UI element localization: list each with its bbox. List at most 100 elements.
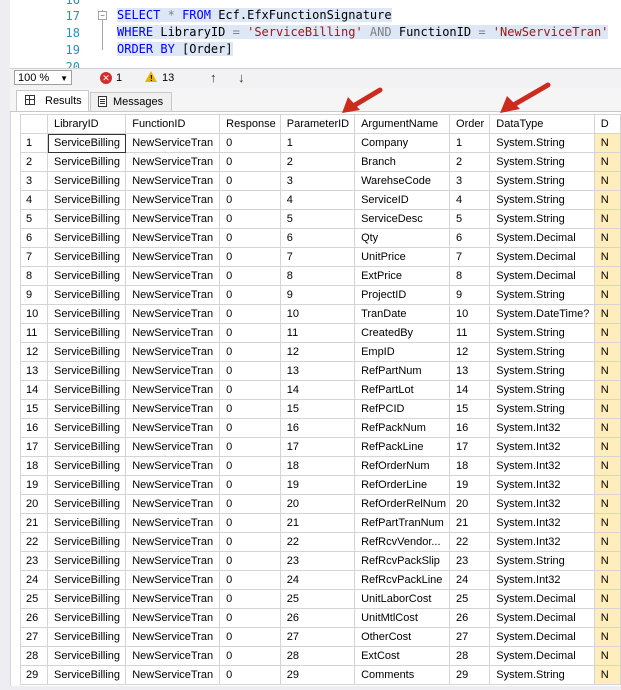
table-cell[interactable]: N (593, 380, 621, 400)
row-number-cell[interactable]: 28 (20, 646, 48, 666)
table-row[interactable]: 2 ServiceBilling NewServiceTran 0 2 Branch 2 Sy… (20, 152, 621, 172)
table-cell[interactable]: N (593, 285, 621, 305)
table-cell[interactable]: 9 (279, 285, 356, 305)
table-cell[interactable]: 19 (279, 475, 356, 495)
row-number-cell[interactable]: 15 (20, 399, 48, 419)
table-row[interactable]: 28 ServiceBilling NewServiceTran 0 28 ExtCost… (20, 646, 621, 666)
table-cell[interactable]: 0 (219, 228, 281, 248)
table-cell[interactable]: 24 (449, 570, 491, 590)
table-cell[interactable]: 29 (449, 665, 491, 685)
table-row[interactable]: 7 ServiceBilling NewServiceTran 0 7 UnitPrice… (20, 247, 621, 267)
table-cell[interactable]: 0 (219, 627, 281, 647)
table-cell[interactable]: 0 (219, 532, 281, 552)
table-cell[interactable]: ServiceDesc (354, 209, 451, 229)
table-cell[interactable]: 0 (219, 399, 281, 419)
table-cell[interactable]: NewServiceTran (125, 589, 221, 609)
table-cell[interactable]: 0 (219, 209, 281, 229)
table-cell[interactable]: ServiceBilling (46, 209, 127, 229)
table-cell[interactable]: 11 (449, 323, 491, 343)
table-cell[interactable]: N (593, 171, 621, 191)
row-number-cell[interactable]: 12 (20, 342, 48, 362)
table-cell[interactable]: N (593, 589, 621, 609)
table-cell[interactable]: System.String (489, 171, 595, 191)
table-cell[interactable]: 26 (279, 608, 356, 628)
table-cell[interactable]: 16 (279, 418, 356, 438)
table-cell[interactable]: System.Int32 (489, 456, 595, 476)
table-cell[interactable]: 19 (449, 475, 491, 495)
warning-count[interactable]: 13 (162, 72, 174, 84)
table-cell[interactable]: 21 (279, 513, 356, 533)
table-cell[interactable]: 28 (449, 646, 491, 666)
table-cell[interactable]: NewServiceTran (125, 608, 221, 628)
table-cell[interactable]: System.String (489, 152, 595, 172)
table-row[interactable]: 5 ServiceBilling NewServiceTran 0 5 ServiceDe… (20, 209, 621, 229)
table-cell[interactable]: 27 (449, 627, 491, 647)
table-cell[interactable]: 0 (219, 456, 281, 476)
table-cell[interactable]: RefOrderLine (354, 475, 451, 495)
table-cell[interactable]: ServiceBilling (46, 551, 127, 571)
column-header-truncated[interactable]: D (593, 114, 621, 134)
row-number-cell[interactable]: 25 (20, 589, 48, 609)
table-cell[interactable]: NewServiceTran (125, 437, 221, 457)
column-header-datatype[interactable]: DataType (489, 114, 595, 134)
row-number-cell[interactable]: 18 (20, 456, 48, 476)
table-cell[interactable]: 5 (279, 209, 356, 229)
table-cell[interactable]: ServiceBilling (46, 285, 127, 305)
table-row[interactable]: 20 ServiceBilling NewServiceTran 0 20 RefOrde… (20, 494, 621, 514)
table-cell[interactable]: System.Int32 (489, 475, 595, 495)
table-row[interactable]: 25 ServiceBilling NewServiceTran 0 25 UnitLab… (20, 589, 621, 609)
table-row[interactable]: 9 ServiceBilling NewServiceTran 0 9 ProjectID… (20, 285, 621, 305)
previous-issue-icon[interactable]: ↑ (210, 70, 217, 85)
table-cell[interactable]: 12 (279, 342, 356, 362)
table-cell[interactable]: 17 (449, 437, 491, 457)
table-row[interactable]: 18 ServiceBilling NewServiceTran 0 18 RefOrde… (20, 456, 621, 476)
table-row[interactable]: 29 ServiceBilling NewServiceTran 0 29 Comment… (20, 665, 621, 685)
table-row[interactable]: 26 ServiceBilling NewServiceTran 0 26 UnitMtl… (20, 608, 621, 628)
table-cell[interactable]: 0 (219, 513, 281, 533)
table-cell[interactable]: NewServiceTran (125, 342, 221, 362)
table-cell[interactable]: ServiceBilling (46, 171, 127, 191)
table-cell[interactable]: 6 (449, 228, 491, 248)
table-cell[interactable]: N (593, 475, 621, 495)
table-cell[interactable]: 3 (279, 171, 356, 191)
table-cell[interactable]: 28 (279, 646, 356, 666)
table-cell[interactable]: 0 (219, 304, 281, 324)
table-cell[interactable]: NewServiceTran (125, 133, 221, 153)
table-cell[interactable]: 23 (279, 551, 356, 571)
table-cell[interactable]: N (593, 494, 621, 514)
table-cell[interactable]: System.String (489, 380, 595, 400)
table-cell[interactable]: NewServiceTran (125, 399, 221, 419)
table-cell[interactable]: 15 (449, 399, 491, 419)
table-cell[interactable]: ServiceBilling (46, 190, 127, 210)
table-cell[interactable]: 0 (219, 418, 281, 438)
table-cell[interactable]: Qty (354, 228, 451, 248)
table-row[interactable]: 15 ServiceBilling NewServiceTran 0 15 RefPCID… (20, 399, 621, 419)
table-cell[interactable]: TranDate (354, 304, 451, 324)
table-cell[interactable]: ServiceBilling (46, 399, 127, 419)
table-cell[interactable]: NewServiceTran (125, 304, 221, 324)
column-header-libraryid[interactable]: LibraryID (46, 114, 127, 134)
row-number-cell[interactable]: 22 (20, 532, 48, 552)
table-cell[interactable]: 20 (449, 494, 491, 514)
table-cell[interactable]: N (593, 304, 621, 324)
table-cell[interactable]: NewServiceTran (125, 247, 221, 267)
table-cell[interactable]: ServiceBilling (46, 342, 127, 362)
table-cell[interactable]: 2 (279, 152, 356, 172)
table-cell[interactable]: System.String (489, 285, 595, 305)
table-cell[interactable]: UnitLaborCost (354, 589, 451, 609)
table-cell[interactable]: RefRcvPackSlip (354, 551, 451, 571)
zoom-dropdown[interactable]: 100 % ▼ (14, 70, 72, 85)
table-cell[interactable]: 23 (449, 551, 491, 571)
error-count[interactable]: 1 (116, 72, 122, 84)
table-cell[interactable]: WarehseCode (354, 171, 451, 191)
table-cell[interactable]: ServiceBilling (46, 513, 127, 533)
table-cell[interactable]: 29 (279, 665, 356, 685)
table-cell[interactable]: 17 (279, 437, 356, 457)
table-cell[interactable]: N (593, 646, 621, 666)
table-cell[interactable]: System.Int32 (489, 532, 595, 552)
table-cell[interactable]: EmpID (354, 342, 451, 362)
column-header-argumentname[interactable]: ArgumentName (354, 114, 451, 134)
table-cell[interactable]: 0 (219, 475, 281, 495)
table-cell[interactable]: 0 (219, 133, 281, 153)
row-number-cell[interactable]: 29 (20, 665, 48, 685)
